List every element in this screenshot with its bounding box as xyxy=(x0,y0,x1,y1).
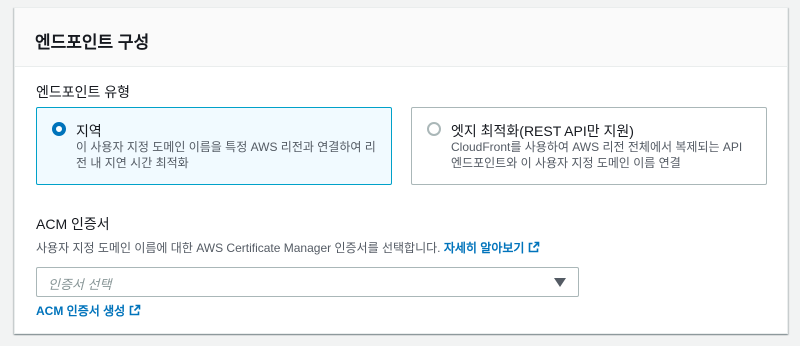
endpoint-type-edge-tile[interactable]: 엣지 최적화(REST API만 지원) CloudFront를 사용하여 AW… xyxy=(411,107,767,185)
learn-more-link[interactable]: 자세히 알아보기 xyxy=(444,241,541,255)
acm-description: 사용자 지정 도메인 이름에 대한 AWS Certificate Manage… xyxy=(36,241,441,255)
edge-radio[interactable] xyxy=(427,122,441,136)
panel-header: 엔드포인트 구성 xyxy=(15,8,787,67)
acm-label: ACM 인증서 xyxy=(36,216,110,232)
acm-description-line: 사용자 지정 도메인 이름에 대한 AWS Certificate Manage… xyxy=(36,239,540,256)
panel-title: 엔드포인트 구성 xyxy=(35,33,150,52)
learn-more-label: 자세히 알아보기 xyxy=(443,241,525,255)
endpoint-type-regional-tile[interactable]: 지역 이 사용자 지정 도메인 이름을 특정 AWS 리전과 연결하여 리전 내… xyxy=(36,107,392,185)
acm-create-line: ACM 인증서 생성 xyxy=(36,302,141,319)
endpoint-type-label: 엔드포인트 유형 xyxy=(36,84,131,100)
endpoint-config-panel: 엔드포인트 구성 엔드포인트 유형 지역 이 사용자 지정 도메인 이름을 특정… xyxy=(14,7,788,334)
regional-radio[interactable] xyxy=(52,122,66,136)
regional-description: 이 사용자 지정 도메인 이름을 특정 AWS 리전과 연결하여 리전 내 지연… xyxy=(76,140,376,170)
edge-description: CloudFront를 사용하여 AWS 리전 전체에서 복제되는 API 엔드… xyxy=(451,140,743,170)
create-acm-link[interactable]: ACM 인증서 생성 xyxy=(36,304,141,318)
certificate-select[interactable]: 인증서 선택 xyxy=(36,267,579,297)
external-link-icon xyxy=(529,241,540,253)
certificate-select-placeholder: 인증서 선택 xyxy=(48,277,112,292)
endpoint-type-tiles: 지역 이 사용자 지정 도메인 이름을 특정 AWS 리전과 연결하여 리전 내… xyxy=(36,107,767,185)
panel-body: 엔드포인트 유형 지역 이 사용자 지정 도메인 이름을 특정 AWS 리전과 … xyxy=(15,68,787,333)
edge-title: 엣지 최적화(REST API만 지원) xyxy=(451,123,634,139)
regional-title: 지역 xyxy=(76,123,102,139)
external-link-icon xyxy=(129,304,141,316)
create-acm-label: ACM 인증서 생성 xyxy=(36,304,126,318)
caret-down-icon xyxy=(554,278,566,287)
